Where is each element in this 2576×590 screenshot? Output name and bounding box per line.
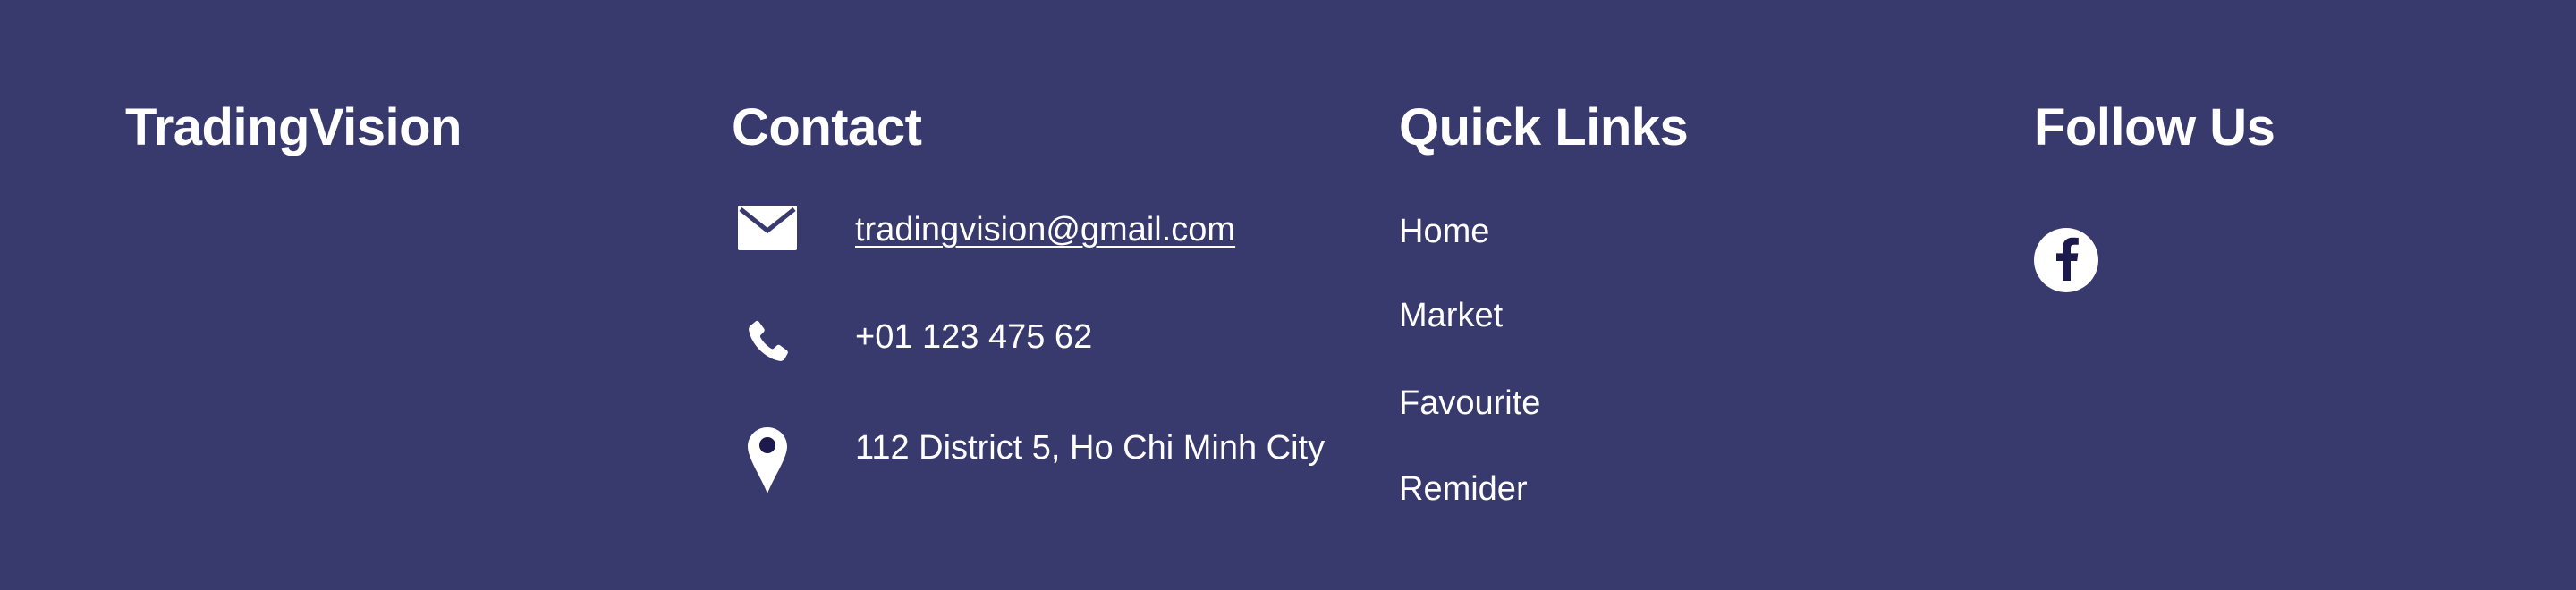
quick-link-reminder[interactable]: Remider [1399, 468, 1528, 510]
quick-link-favourite[interactable]: Favourite [1399, 383, 1540, 424]
facebook-icon [2051, 236, 2081, 285]
footer-contact-column: Contact tradingvision@gmail.com +01 123 … [732, 0, 1376, 590]
footer-follow-column: Follow Us [2034, 0, 2517, 590]
envelope-icon [732, 206, 803, 250]
facebook-button[interactable] [2034, 228, 2098, 292]
phone-icon [732, 316, 803, 368]
contact-heading: Contact [732, 98, 922, 156]
footer-brand-column: TradingVision [125, 0, 698, 590]
quick-links-heading: Quick Links [1399, 98, 1689, 156]
contact-phone-text: +01 123 475 62 [855, 318, 1093, 356]
map-pin-icon [732, 427, 803, 493]
contact-email-row: tradingvision@gmail.com [732, 202, 1376, 256]
quick-link-market[interactable]: Market [1399, 295, 1503, 336]
contact-phone-row: +01 123 475 62 [732, 313, 1376, 375]
quick-link-home[interactable]: Home [1399, 211, 1489, 252]
contact-email-link[interactable]: tradingvision@gmail.com [855, 209, 1338, 250]
contact-address-row: 112 District 5, Ho Chi Minh City [732, 424, 1376, 522]
footer-quick-links-column: Quick Links Home Market Favourite Remide… [1399, 0, 1971, 590]
contact-address-text: 112 District 5, Ho Chi Minh City [855, 429, 1326, 467]
follow-heading: Follow Us [2034, 98, 2275, 156]
brand-name: TradingVision [125, 98, 462, 156]
